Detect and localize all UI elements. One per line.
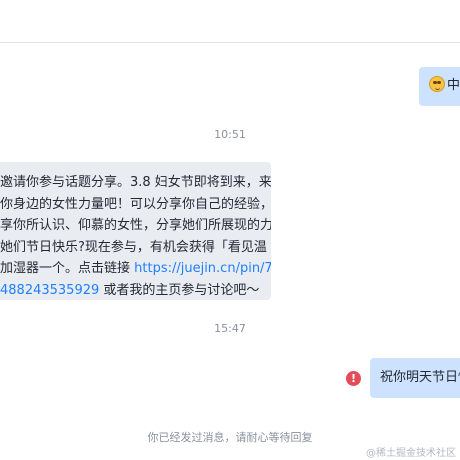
message-line: 她们节日快乐?现在参与，有机会获得「看见温 xyxy=(0,239,267,255)
wait-reply-notice: 你已经发过消息，请耐心等待回复 xyxy=(147,431,313,444)
header-divider xyxy=(0,42,460,43)
message-line: 享你所认识、仰慕的女性，分享她们所展现的力 xyxy=(0,218,271,234)
message-timestamp: 10:51 xyxy=(214,128,246,141)
message-line: 488243535929 或者我的主页参与讨论吧～ xyxy=(0,280,271,300)
message-text: 祝你明天节日快 xyxy=(380,370,460,385)
topic-link[interactable]: https://juejin.cn/pin/7 xyxy=(134,261,271,276)
message-text: 中 xyxy=(447,78,460,93)
watermark: @稀土掘金技术社区 xyxy=(366,448,456,459)
outgoing-message-bubble: 中 xyxy=(419,67,460,106)
message-line: 加湿器一个。点击链接 https://juejin.cn/pin/7 xyxy=(0,258,271,280)
send-failed-icon[interactable]: ! xyxy=(346,371,361,386)
message-text: 或者我的主页参与讨论吧～ xyxy=(99,282,260,298)
topic-link-continued[interactable]: 488243535929 xyxy=(0,283,99,298)
smiling-face-icon xyxy=(429,76,445,92)
message-timestamp: 15:47 xyxy=(214,322,246,335)
message-line: 邀请你参与话题分享。3.8 妇女节即将到来，来分 xyxy=(0,175,271,190)
message-line: 你身边的女性力量吧！可以分享你自己的经验，也 xyxy=(0,196,271,212)
message-text: 加湿器一个。点击链接 xyxy=(0,261,135,277)
outgoing-message-bubble: 祝你明天节日快 xyxy=(370,358,460,398)
incoming-message-bubble: 邀请你参与话题分享。3.8 妇女节即将到来，来分 你身边的女性力量吧！可以分享你… xyxy=(0,162,271,300)
